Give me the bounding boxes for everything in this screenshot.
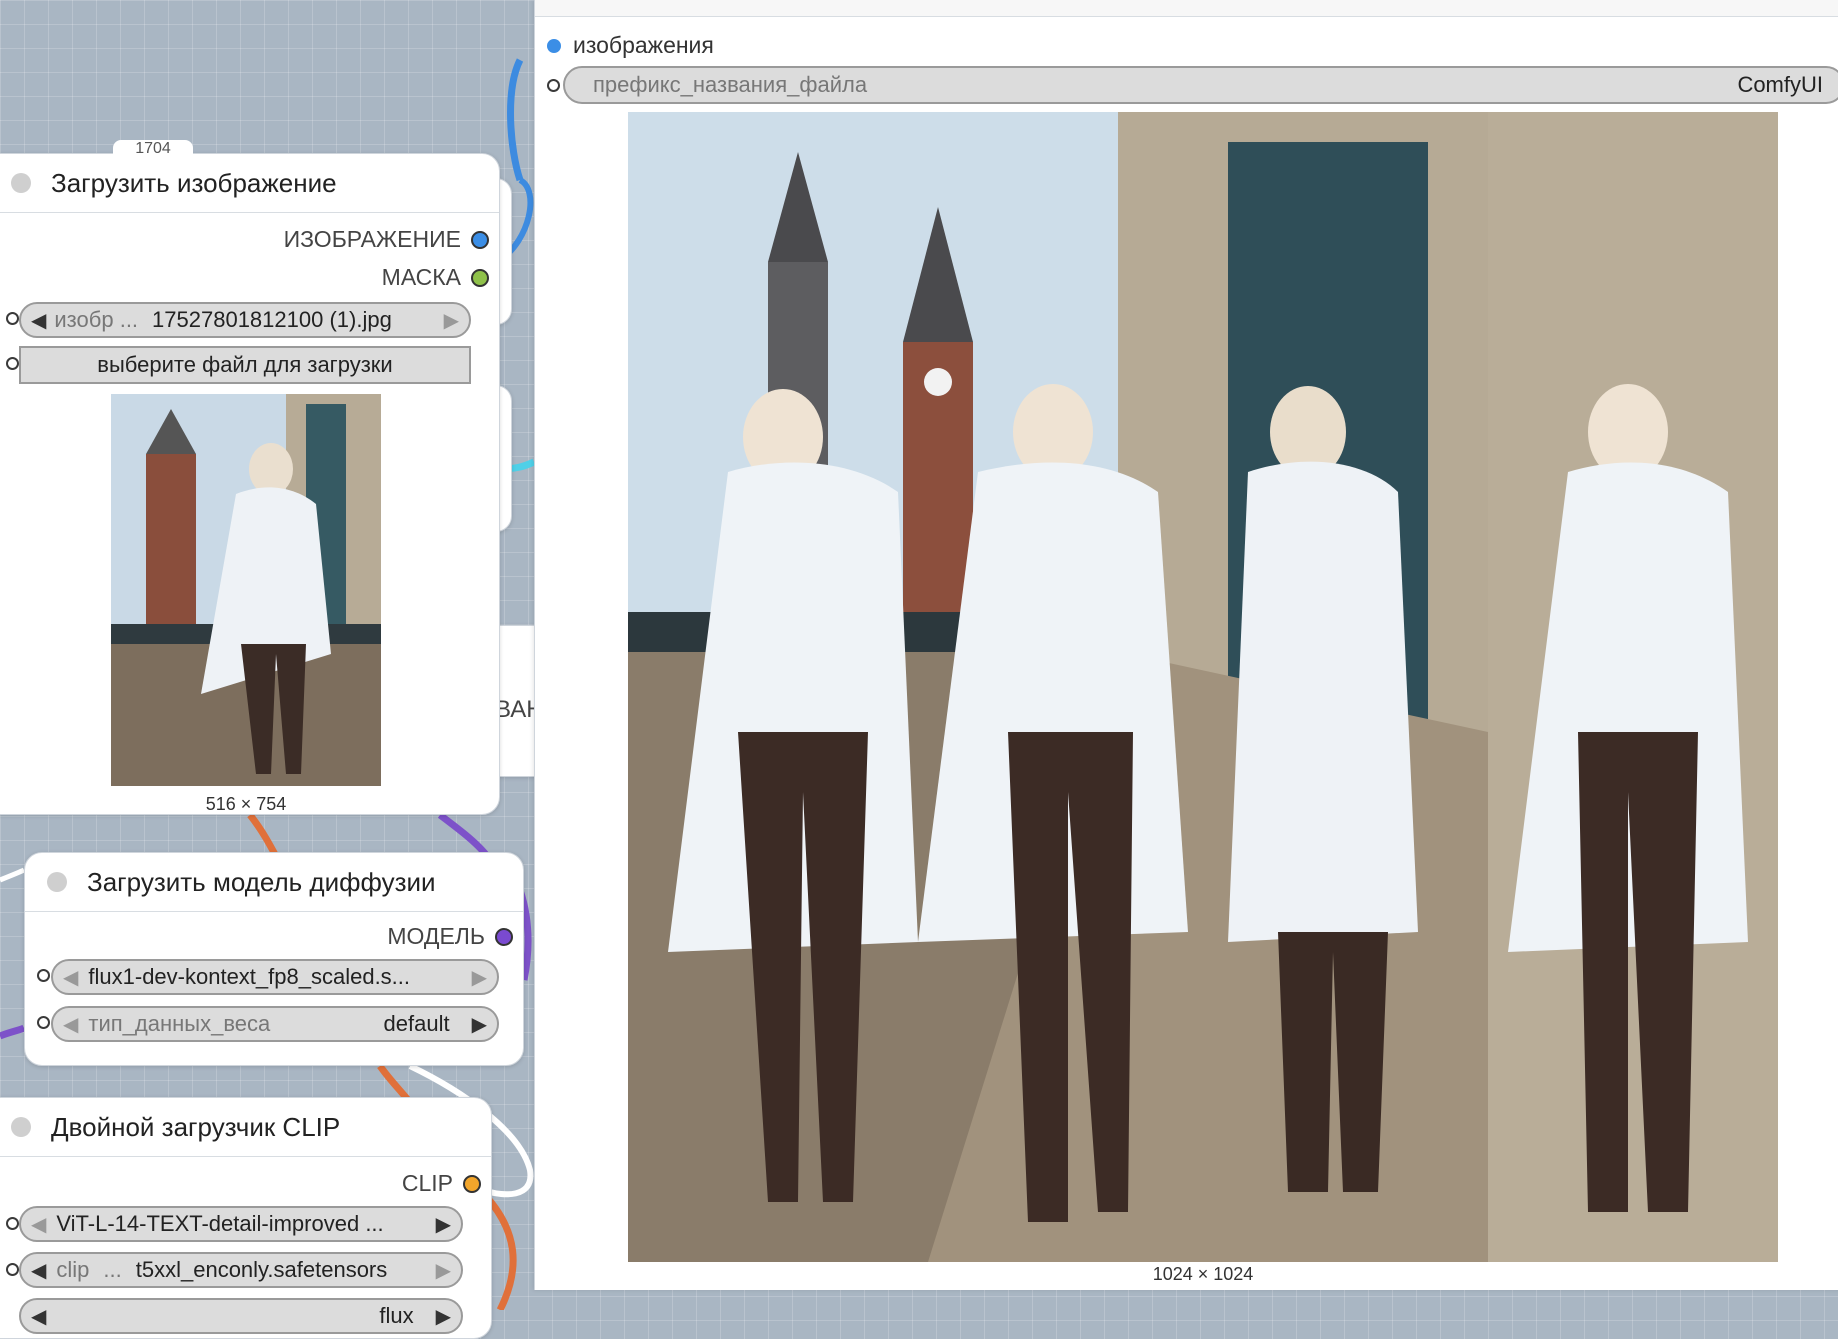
arrow-left-icon[interactable]: ◀ xyxy=(31,1258,46,1283)
arrow-left-icon[interactable]: ◀ xyxy=(31,1212,46,1237)
widget-value: ComfyUI xyxy=(1737,72,1823,97)
node-title: Загрузить модель диффузии xyxy=(87,866,436,897)
widget-input-dot-icon[interactable] xyxy=(6,1217,19,1230)
load-image-node[interactable]: 1704 Загрузить изображение ИЗОБРАЖЕНИЕ М… xyxy=(0,140,500,815)
output-label: МАСКА xyxy=(381,264,461,290)
output-model[interactable]: МОДЕЛЬ xyxy=(387,923,513,950)
node-header[interactable]: Двойной загрузчик CLIP xyxy=(0,1098,491,1157)
arrow-left-icon[interactable]: ◀ xyxy=(63,1012,78,1037)
collapse-dot-icon[interactable] xyxy=(11,173,31,193)
node-header[interactable]: Загрузить изображение xyxy=(0,154,499,213)
output-illustration xyxy=(628,112,1778,1262)
output-label: CLIP xyxy=(401,1170,453,1196)
arrow-right-icon[interactable]: ▶ xyxy=(472,965,487,990)
wire-image-blue xyxy=(507,58,524,182)
output-mask[interactable]: МАСКА xyxy=(382,264,489,291)
arrow-right-icon[interactable]: ▶ xyxy=(444,308,459,333)
arrow-right-icon[interactable]: ▶ xyxy=(472,1012,487,1037)
widget-input-dot-icon[interactable] xyxy=(6,1263,19,1276)
arrow-right-icon[interactable]: ▶ xyxy=(436,1258,451,1283)
output-label: МОДЕЛЬ xyxy=(387,923,485,949)
arrow-right-icon[interactable]: ▶ xyxy=(436,1212,451,1237)
output-size-label: 1024 × 1024 xyxy=(1152,1264,1254,1284)
widget-input-dot-icon[interactable] xyxy=(6,357,19,370)
upload-file-button[interactable]: выберите файл для загрузки xyxy=(19,346,471,384)
model-select-widget[interactable]: ◀ flux1-dev-kontext_fp8_scaled.s... ▶ xyxy=(51,959,499,995)
preview-image xyxy=(111,394,381,786)
clip-port-icon[interactable] xyxy=(463,1174,481,1193)
ellipsis-text: ... xyxy=(103,1257,122,1282)
widget-value: 17527801812100 (1).jpg xyxy=(152,307,392,332)
node-badge: 1704 xyxy=(113,140,193,162)
collapse-dot-icon[interactable] xyxy=(11,1117,31,1137)
model-port-icon[interactable] xyxy=(495,927,513,946)
preview-size-label: 516 × 754 xyxy=(205,794,287,814)
wire-purple-3 xyxy=(0,1024,26,1040)
wire-orange-2 xyxy=(377,1063,411,1103)
widget-input-dot-icon[interactable] xyxy=(547,79,560,92)
output-label: ИЗОБРАЖЕНИЕ xyxy=(283,226,461,252)
widget-input-dot-icon[interactable] xyxy=(6,312,19,325)
widget-value: flux xyxy=(379,1303,414,1328)
save-image-node[interactable]: изображения префикс_названия_файла Comfy… xyxy=(534,0,1838,1290)
node-header[interactable]: Загрузить модель диффузии xyxy=(25,853,523,912)
panel-header-strip xyxy=(535,0,1838,17)
arrow-left-icon[interactable]: ◀ xyxy=(31,308,46,333)
load-diffusion-model-node[interactable]: Загрузить модель диффузии МОДЕЛЬ ◀ flux1… xyxy=(24,852,524,1066)
image-select-widget[interactable]: ◀ изобр ... 17527801812100 (1).jpg ▶ xyxy=(19,302,471,338)
output-clip[interactable]: CLIP xyxy=(402,1170,481,1197)
arrow-left-icon[interactable]: ◀ xyxy=(63,965,78,990)
output-image xyxy=(628,112,1778,1262)
node-graph-canvas[interactable]: ВАН 1704 Загрузить изображение ИЗОБРАЖЕН… xyxy=(0,0,1838,1339)
clip2-select-widget[interactable]: ◀ clip ... t5xxl_enconly.safetensors ▶ xyxy=(19,1252,463,1288)
image-input-port-icon[interactable] xyxy=(547,38,561,53)
mask-port-icon[interactable] xyxy=(471,268,489,287)
image-port-icon[interactable] xyxy=(471,230,489,249)
dual-clip-loader-node[interactable]: Двойной загрузчик CLIP CLIP ◀ ViT-L-14-T… xyxy=(0,1097,492,1339)
wire-white-1 xyxy=(0,867,26,883)
arrow-right-icon[interactable]: ▶ xyxy=(436,1304,451,1329)
widget-input-dot-icon[interactable] xyxy=(37,969,50,982)
widget-label: изобр ... xyxy=(54,307,139,332)
widget-label: тип_данных_веса xyxy=(88,1011,271,1036)
widget-input-dot-icon[interactable] xyxy=(37,1016,50,1029)
preview-illustration xyxy=(111,394,381,786)
input-label: изображения xyxy=(573,32,714,58)
widget-value: flux1-dev-kontext_fp8_scaled.s... xyxy=(88,964,411,989)
filename-prefix-widget[interactable]: префикс_названия_файла ComfyUI xyxy=(563,66,1838,104)
widget-label: clip xyxy=(56,1257,90,1282)
clip-type-select-widget[interactable]: ◀ flux ▶ xyxy=(19,1298,463,1334)
widget-value: default xyxy=(383,1011,450,1036)
input-images[interactable]: изображения xyxy=(547,32,714,59)
node-title: Загрузить изображение xyxy=(51,167,337,198)
output-image[interactable]: ИЗОБРАЖЕНИЕ xyxy=(284,226,489,253)
node-title: Двойной загрузчик CLIP xyxy=(51,1111,341,1142)
clip1-select-widget[interactable]: ◀ ViT-L-14-TEXT-detail-improved ... ▶ xyxy=(19,1206,463,1242)
widget-value: t5xxl_enconly.safetensors xyxy=(135,1257,388,1282)
widget-value: ViT-L-14-TEXT-detail-improved ... xyxy=(56,1211,384,1236)
dtype-select-widget[interactable]: ◀ тип_данных_веса default ▶ xyxy=(51,1006,499,1042)
collapse-dot-icon[interactable] xyxy=(47,872,67,892)
arrow-left-icon[interactable]: ◀ xyxy=(31,1304,46,1329)
widget-label: префикс_названия_файла xyxy=(593,72,868,97)
